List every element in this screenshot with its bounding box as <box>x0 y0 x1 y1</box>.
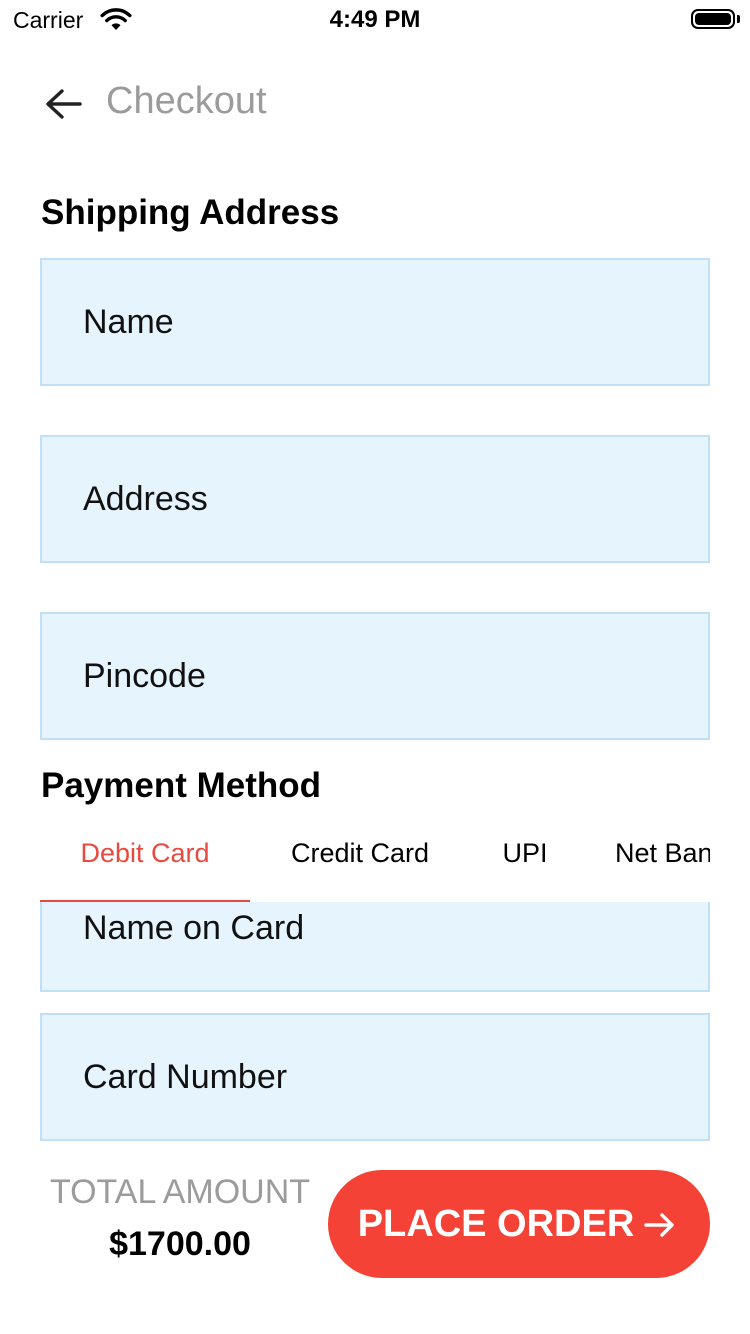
shipping-address-heading: Shipping Address <box>41 193 340 232</box>
battery-icon <box>691 9 735 29</box>
arrow-left-icon <box>40 82 88 126</box>
card-number-input[interactable] <box>42 1015 708 1139</box>
address-input[interactable] <box>42 437 708 561</box>
battery-cap <box>737 15 740 23</box>
name-input[interactable] <box>42 260 708 384</box>
back-button[interactable] <box>40 82 88 126</box>
place-order-button[interactable]: PLACE ORDER <box>328 1170 710 1278</box>
address-field[interactable] <box>40 435 710 563</box>
tab-debit-card[interactable]: Debit Card <box>40 820 250 904</box>
status-bar: Carrier 4:49 PM <box>0 0 750 40</box>
name-on-card-field[interactable] <box>40 902 710 992</box>
pincode-input[interactable] <box>42 614 708 738</box>
card-form <box>0 902 750 1162</box>
tab-upi[interactable]: UPI <box>470 820 580 904</box>
total-amount-label: TOTAL AMOUNT <box>49 1173 311 1211</box>
pincode-field[interactable] <box>40 612 710 740</box>
place-order-label: PLACE ORDER <box>357 1202 635 1245</box>
status-time: 4:49 PM <box>329 6 421 33</box>
card-number-field[interactable] <box>40 1013 710 1141</box>
name-on-card-input[interactable] <box>42 902 708 990</box>
page-title: Checkout <box>106 80 267 122</box>
payment-tabs: Debit Card Credit Card UPI Net Banking <box>40 820 710 904</box>
arrow-right-icon <box>640 1208 680 1240</box>
total-amount-value: $1700.00 <box>109 1225 251 1263</box>
tab-net-banking[interactable]: Net Banking <box>580 820 710 904</box>
name-field[interactable] <box>40 258 710 386</box>
tab-credit-card[interactable]: Credit Card <box>250 820 470 904</box>
payment-method-heading: Payment Method <box>41 766 322 805</box>
